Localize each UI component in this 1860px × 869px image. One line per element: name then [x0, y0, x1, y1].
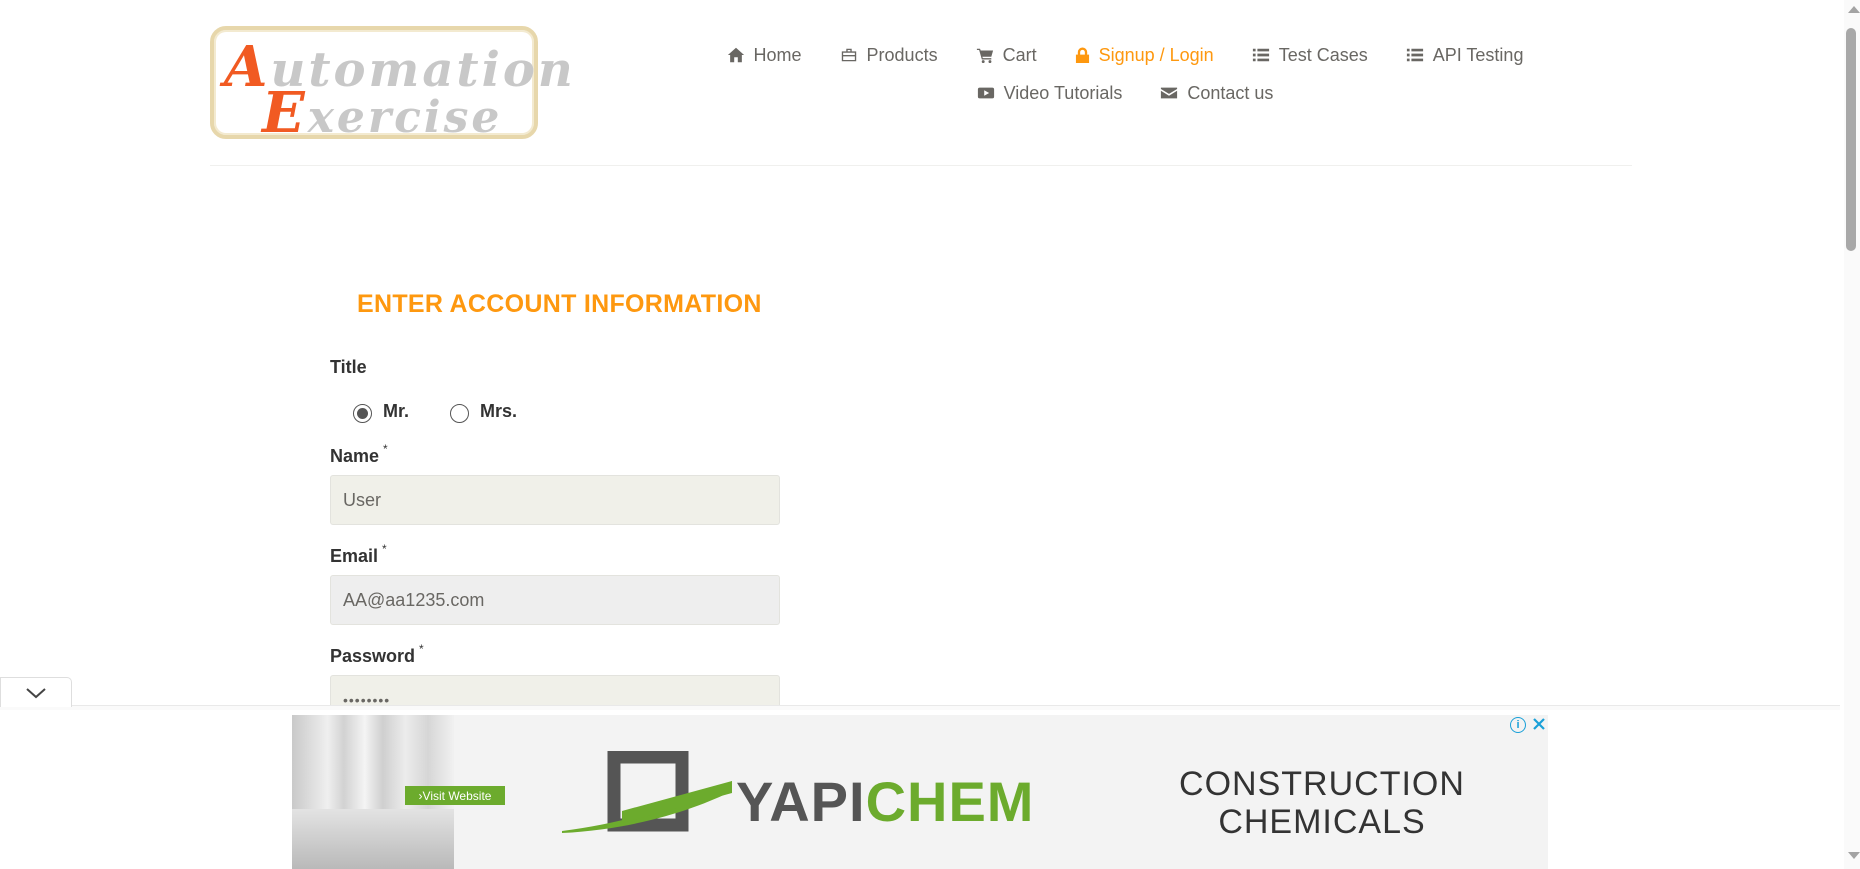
title-radio-group: Mr. Mrs.	[353, 400, 517, 423]
nav-test-cases-label: Test Cases	[1278, 44, 1368, 65]
nav-products[interactable]: Products	[840, 45, 938, 66]
title-label: Title	[330, 357, 367, 377]
list-icon	[1252, 48, 1269, 62]
ad-banner[interactable]: ›Visit Website YAPICHEM CONSTRUCTION CHE…	[292, 715, 1548, 869]
radio-mr-label: Mr.	[383, 401, 410, 421]
envelope-icon	[1161, 87, 1178, 99]
radio-mrs-label: Mrs.	[480, 401, 518, 421]
radio-mr-control[interactable]	[353, 404, 372, 423]
ad-close-icon[interactable]	[1530, 715, 1548, 733]
email-label-text: Email	[330, 546, 379, 566]
nav-products-label: Products	[866, 44, 938, 65]
home-icon	[727, 47, 744, 63]
ad-collapse-tab[interactable]	[0, 677, 72, 707]
required-mark: *	[382, 542, 387, 556]
nav-cart-label: Cart	[1002, 44, 1037, 65]
name-field-value: User	[343, 489, 382, 510]
chevron-down-icon	[26, 687, 46, 698]
nav-row-1: Home Products Cart Signup / Login Test C…	[700, 36, 1550, 74]
email-label: Email *	[330, 542, 387, 567]
logo-line-2: Exercise	[262, 80, 503, 146]
name-field[interactable]: User	[330, 475, 780, 525]
ad-tagline-line-2: CHEMICALS	[1218, 803, 1426, 841]
lock-icon	[1075, 47, 1089, 63]
nav-home[interactable]: Home	[727, 45, 802, 66]
password-label: Password *	[330, 642, 424, 667]
ad-brand-name: YAPICHEM	[736, 770, 1035, 833]
nav-video-tutorials-label: Video Tutorials	[1003, 82, 1123, 103]
header-divider	[210, 165, 1632, 166]
radio-mrs-control[interactable]	[450, 404, 470, 423]
nav-api-testing[interactable]: API Testing	[1406, 44, 1524, 66]
email-field-value: AA@aa1235.com	[343, 589, 485, 610]
ad-info-icon[interactable]: i	[1510, 717, 1526, 733]
nav-contact-us-label: Contact us	[1187, 82, 1274, 103]
scroll-down-arrow-icon[interactable]	[1848, 852, 1860, 859]
nav-signup-login[interactable]: Signup / Login	[1075, 45, 1214, 66]
ad-visit-website-button[interactable]: ›Visit Website	[405, 786, 505, 805]
briefcase-icon	[841, 48, 856, 62]
password-label-text: Password	[330, 646, 416, 666]
required-mark: *	[419, 642, 424, 656]
email-field[interactable]: AA@aa1235.com	[330, 575, 780, 625]
name-label: Name *	[330, 442, 388, 467]
scroll-up-arrow-icon[interactable]	[1848, 6, 1860, 13]
site-logo[interactable]: Automation Exercise	[210, 26, 573, 146]
nav-cart[interactable]: Cart	[976, 45, 1037, 66]
scrollbar-thumb[interactable]	[1846, 28, 1856, 251]
main-nav: Home Products Cart Signup / Login Test C…	[700, 36, 1550, 112]
youtube-icon	[977, 87, 994, 99]
nav-home-label: Home	[753, 44, 802, 65]
nav-api-testing-label: API Testing	[1432, 44, 1524, 65]
list-icon	[1406, 48, 1423, 62]
name-label-text: Name	[330, 446, 380, 466]
form-title: ENTER ACCOUNT INFORMATION	[357, 290, 762, 318]
ad-tagline: CONSTRUCTION CHEMICALS	[1172, 765, 1472, 841]
nav-row-2: Video Tutorials Contact us	[700, 74, 1550, 112]
nav-video-tutorials[interactable]: Video Tutorials	[977, 82, 1123, 104]
nav-test-cases[interactable]: Test Cases	[1252, 45, 1368, 66]
radio-mr[interactable]: Mr.	[353, 400, 409, 423]
required-mark: *	[383, 442, 388, 456]
ad-tagline-line-1: CONSTRUCTION	[1179, 765, 1465, 803]
ad-divider	[0, 705, 1840, 710]
nav-signup-login-label: Signup / Login	[1098, 44, 1214, 65]
cart-icon	[976, 48, 993, 64]
nav-contact-us[interactable]: Contact us	[1160, 83, 1273, 104]
radio-mrs[interactable]: Mrs.	[450, 400, 517, 423]
